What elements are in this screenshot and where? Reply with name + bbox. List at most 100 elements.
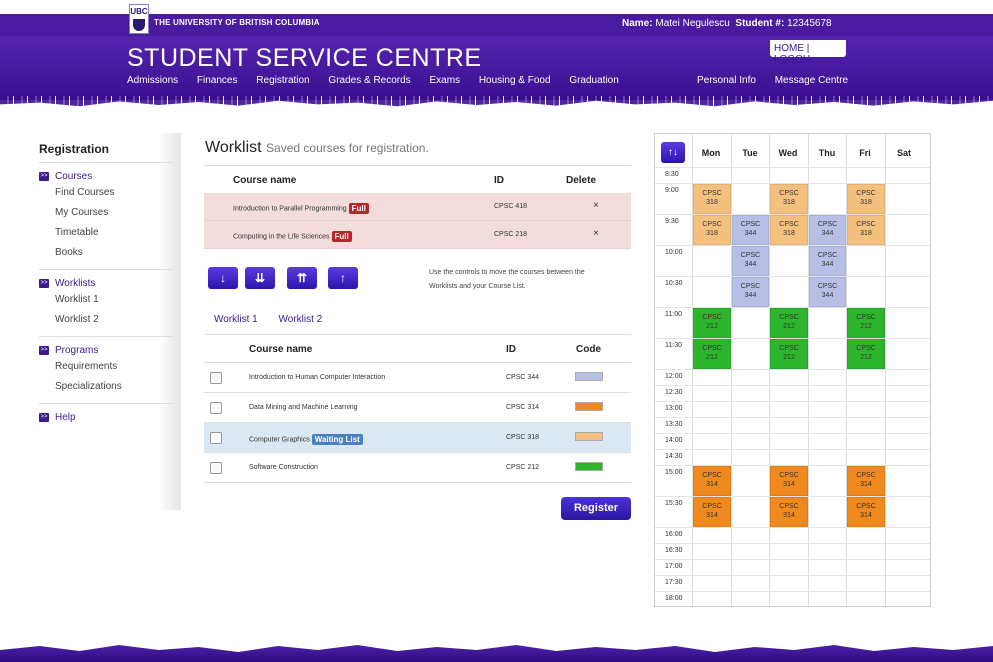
sort-arrows-button[interactable]: ↑↓ <box>661 142 685 163</box>
nav-housing-food[interactable]: Housing & Food <box>479 75 551 86</box>
day-header: Tue <box>742 148 758 158</box>
course-block[interactable]: CPSC 212 <box>847 339 885 369</box>
nav-admissions[interactable]: Admissions <box>127 75 178 86</box>
grid-line <box>655 369 930 370</box>
register-button[interactable]: Register <box>561 497 631 520</box>
bullet-icon: >> <box>39 345 49 355</box>
row-checkbox[interactable] <box>210 402 222 414</box>
move-bottom-button[interactable]: ⇊ <box>245 267 275 289</box>
user-name: Matei Negulescu <box>655 18 730 29</box>
sidebar-section-help: >> Help <box>39 410 181 424</box>
sidebar-item-worklist-2[interactable]: Worklist 2 <box>39 310 181 330</box>
course-block[interactable]: CPSC 344 <box>732 277 769 307</box>
course-block-label: CPSC 318 <box>702 221 722 237</box>
logout-link[interactable]: LOGOU <box>774 54 810 65</box>
day-header: Thu <box>818 148 836 158</box>
row-checkbox[interactable] <box>210 462 222 474</box>
course-block[interactable]: CPSC 314 <box>847 466 885 496</box>
delete-icon[interactable]: × <box>593 228 599 239</box>
sidebar-section-programs: >> Programs Requirements Specializations <box>39 343 181 404</box>
footer-band <box>0 645 993 662</box>
ubc-logo[interactable]: UBC <box>129 4 149 34</box>
course-block[interactable]: CPSC 318 <box>770 184 808 214</box>
course-block[interactable]: CPSC 344 <box>732 246 769 276</box>
row-checkbox[interactable] <box>210 372 222 384</box>
sidebar-item-timetable[interactable]: Timetable <box>39 223 181 243</box>
nav-message-centre[interactable]: Message Centre <box>775 75 848 86</box>
link-separator: | <box>806 43 810 54</box>
nav-grades-records[interactable]: Grades & Records <box>328 75 410 86</box>
course-block[interactable]: CPSC 314 <box>693 497 731 527</box>
course-block[interactable]: CPSC 212 <box>693 339 731 369</box>
nav-exams[interactable]: Exams <box>429 75 460 86</box>
site-title: STUDENT SERVICE CENTRE <box>127 44 482 72</box>
course-block[interactable]: CPSC 314 <box>847 497 885 527</box>
sidebar-item-my-courses[interactable]: My Courses <box>39 203 181 223</box>
course-block[interactable]: CPSC 318 <box>847 184 885 214</box>
course-block[interactable]: CPSC 314 <box>770 497 808 527</box>
course-block-label: CPSC 344 <box>817 221 838 237</box>
course-block[interactable]: CPSC 318 <box>693 184 731 214</box>
time-label: 10:30 <box>665 280 683 287</box>
course-name: Introduction to Parallel Programming Full <box>233 203 369 214</box>
course-block[interactable]: CPSC 314 <box>770 466 808 496</box>
time-label: 17:00 <box>665 563 683 570</box>
day-header: Fri <box>859 148 871 158</box>
page-title: Worklist Saved courses for registration. <box>205 139 429 157</box>
grid-line <box>655 433 930 434</box>
course-block-label: CPSC 318 <box>702 190 722 206</box>
sidebar-item-courses[interactable]: >> Courses <box>39 169 181 183</box>
sidebar-item-requirements[interactable]: Requirements <box>39 357 181 377</box>
time-label: 17:30 <box>665 579 683 586</box>
table-row: Computing in the Life Sciences Full CPSC … <box>204 221 631 249</box>
sidebar-item-programs[interactable]: >> Programs <box>39 343 181 357</box>
bullet-icon: >> <box>39 412 49 422</box>
time-label: 15:30 <box>665 500 683 507</box>
course-block[interactable]: CPSC 344 <box>809 277 846 307</box>
course-block-label: CPSC 314 <box>702 472 722 488</box>
row-checkbox[interactable] <box>210 432 222 444</box>
course-block-label: CPSC 212 <box>779 345 799 361</box>
course-block[interactable]: CPSC 318 <box>847 215 885 245</box>
sidebar-item-worklist-1[interactable]: Worklist 1 <box>39 290 181 310</box>
course-block[interactable]: CPSC 212 <box>770 308 808 338</box>
grid-line <box>655 401 930 402</box>
delete-icon[interactable]: × <box>593 200 599 211</box>
course-block-label: CPSC 212 <box>856 314 876 330</box>
nav-graduation[interactable]: Graduation <box>569 75 618 86</box>
sidebar-section-label: Courses <box>55 170 93 182</box>
move-down-button[interactable]: ↓ <box>208 267 238 289</box>
course-block-label: CPSC 344 <box>740 283 761 299</box>
course-block-label: CPSC 314 <box>779 503 799 519</box>
tab-worklist-1[interactable]: Worklist 1 <box>214 314 258 325</box>
move-up-button[interactable]: ↑ <box>328 267 358 289</box>
course-block[interactable]: CPSC 344 <box>809 215 846 245</box>
sidebar-item-books[interactable]: Books <box>39 243 181 263</box>
grid-line <box>885 134 886 606</box>
course-block[interactable]: CPSC 318 <box>693 215 731 245</box>
home-link[interactable]: HOME <box>774 43 804 54</box>
sidebar-item-specializations[interactable]: Specializations <box>39 377 181 397</box>
move-top-button[interactable]: ⇈ <box>287 267 317 289</box>
worklist-title: Worklist <box>205 139 262 156</box>
bullet-icon: >> <box>39 171 49 181</box>
course-block-label: CPSC 212 <box>779 314 799 330</box>
nav-finances[interactable]: Finances <box>197 75 238 86</box>
course-block[interactable]: CPSC 212 <box>847 308 885 338</box>
sidebar-item-worklists[interactable]: >> Worklists <box>39 276 181 290</box>
course-block[interactable]: CPSC 344 <box>732 215 769 245</box>
course-id: CPSC 218 <box>494 231 528 238</box>
course-block[interactable]: CPSC 318 <box>770 215 808 245</box>
course-block-label: CPSC 318 <box>856 221 876 237</box>
course-block[interactable]: CPSC 212 <box>770 339 808 369</box>
nav-personal-info[interactable]: Personal Info <box>697 75 756 86</box>
course-block[interactable]: CPSC 344 <box>809 246 846 276</box>
course-block[interactable]: CPSC 212 <box>693 308 731 338</box>
sidebar-item-find-courses[interactable]: Find Courses <box>39 183 181 203</box>
nav-registration[interactable]: Registration <box>256 75 309 86</box>
shield-icon <box>133 19 145 31</box>
tab-worklist-2[interactable]: Worklist 2 <box>279 314 323 325</box>
course-block[interactable]: CPSC 314 <box>693 466 731 496</box>
column-header-id: ID <box>506 344 516 355</box>
sidebar-item-help[interactable]: >> Help <box>39 410 181 424</box>
